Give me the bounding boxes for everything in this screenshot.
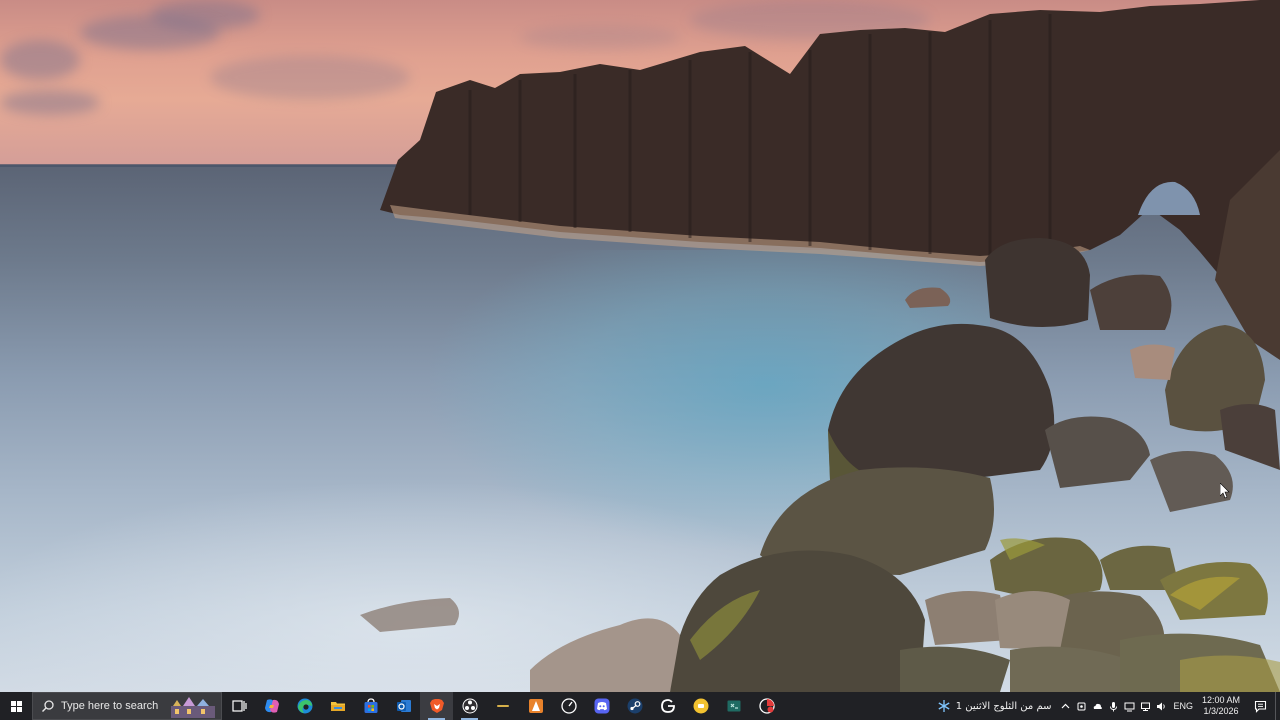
taskbar-microsoft-store[interactable] [354,692,387,720]
tray-volume-button[interactable] [1153,692,1169,720]
taskbar-outlook[interactable] [387,692,420,720]
show-hidden-icons-button[interactable] [1057,692,1073,720]
notification-icon [1254,700,1266,713]
display-icon [1124,702,1135,711]
red-app-icon [758,698,775,714]
brave-icon [429,699,444,713]
taskbar-g-app[interactable] [651,692,684,720]
g-app-icon [660,699,675,713]
taskbar-file-explorer[interactable] [321,692,354,720]
obs-icon [462,698,477,714]
tray-microphone-button[interactable] [1105,692,1121,720]
chevron-up-icon [1061,703,1070,708]
cone-app-icon [528,699,543,713]
store-icon [364,698,377,713]
taskbar-search-box[interactable]: Type here to search [32,692,222,720]
taskbar-copilot[interactable] [255,692,288,720]
taskbar-app-cone[interactable] [519,692,552,720]
clock-date: 1/3/2026 [1203,706,1239,716]
taskbar-speedometer[interactable] [552,692,585,720]
edge-icon [297,698,312,714]
search-placeholder: Type here to search [61,700,159,712]
clock-time: 12:00 AM [1201,695,1241,705]
tray-network-button[interactable] [1137,692,1153,720]
cloud-icon [1093,703,1102,709]
show-desktop-button[interactable] [1275,692,1280,720]
windows-logo-icon [10,700,22,712]
taskbar: Type here to search سم من الثلوج الاثنين… [0,692,1280,720]
input-language-indicator[interactable]: ENG [1169,701,1197,711]
taskbar-app-dash[interactable] [486,692,519,720]
tray-cloud-button[interactable] [1089,692,1105,720]
start-button[interactable] [0,692,32,720]
taskbar-brave[interactable] [420,692,453,720]
taskbar-edge[interactable] [288,692,321,720]
discord-icon [594,698,609,714]
device-icon [1077,702,1086,710]
task-view-button[interactable] [222,692,255,720]
taskbar-red-app[interactable] [750,692,783,720]
task-view-icon [231,700,247,712]
terminal-icon [727,700,740,712]
volume-icon [1156,702,1165,710]
taskbar-discord[interactable] [585,692,618,720]
weather-widget[interactable]: سم من الثلوج الاثنين 1 [931,692,1058,720]
dash-app-icon [496,705,509,707]
wallpaper-cliffs [360,0,1280,692]
taskbar-steam[interactable] [618,692,651,720]
system-tray: سم من الثلوج الاثنين 1 ENG 12:00 AM 1/3/… [931,692,1280,720]
taskbar-terminal-app[interactable] [717,692,750,720]
search-highlight-image [171,697,215,718]
taskbar-obs[interactable] [453,692,486,720]
microphone-icon [1110,701,1117,711]
desktop-wallpaper[interactable] [0,0,1280,692]
tray-display-button[interactable] [1121,692,1137,720]
outlook-icon [396,700,411,712]
weather-text: سم من الثلوج الاثنين 1 [955,700,1052,712]
system-clock[interactable]: 12:00 AM 1/3/2026 [1197,695,1245,717]
network-icon [1140,702,1150,711]
tray-device-button[interactable] [1073,692,1089,720]
folder-icon [330,702,345,711]
search-icon [42,700,54,712]
snowflake-icon [938,700,950,712]
taskbar-yellow-app[interactable] [684,692,717,720]
steam-icon [627,698,642,714]
yellow-circle-icon [693,698,708,714]
mouse-cursor [1220,483,1230,499]
copilot-icon [264,699,279,713]
notification-center-button[interactable] [1245,692,1275,720]
speedometer-icon [560,698,577,714]
